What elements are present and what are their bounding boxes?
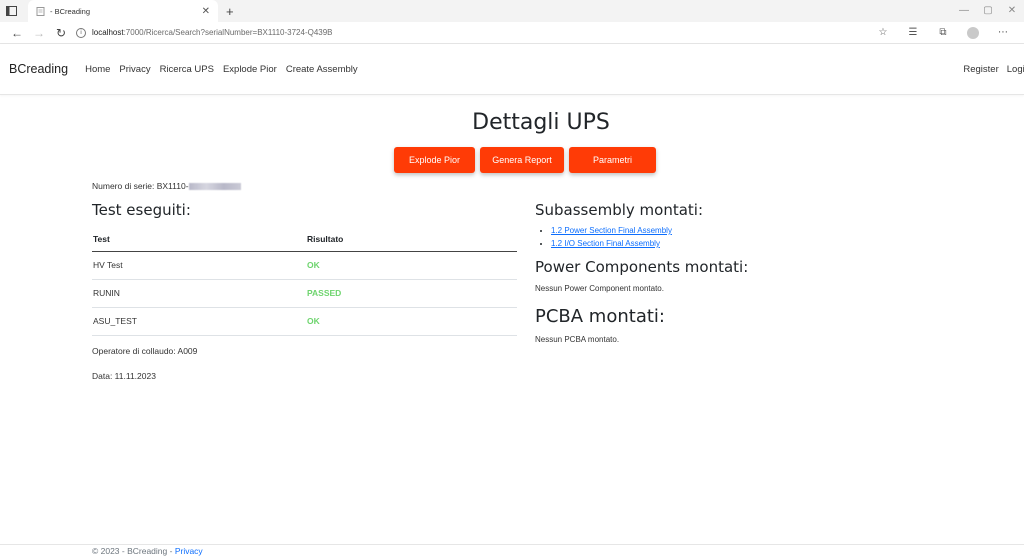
new-tab-icon[interactable]: +: [226, 4, 234, 19]
tests-heading: Test eseguiti:: [92, 201, 191, 219]
list-item: 1.2 I/O Section Final Assembly: [551, 239, 935, 248]
serial-number: Numero di serie: BX1110-: [92, 181, 241, 191]
close-tab-icon[interactable]: ✕: [202, 6, 210, 17]
window-controls: — ▢ ✕: [952, 0, 1024, 22]
subassembly-link[interactable]: 1.2 I/O Section Final Assembly: [551, 239, 660, 248]
tests-table: Test Risultato HV Test OK RUNIN PASSED A…: [92, 227, 517, 336]
table-header-row: Test Risultato: [92, 227, 517, 252]
brand-link[interactable]: BCreading: [9, 62, 68, 76]
column-header-test: Test: [92, 227, 307, 252]
table-row: HV Test OK: [92, 251, 517, 280]
browser-tabbar: - BCreading ✕ + — ▢ ✕: [0, 0, 1024, 22]
pcba-empty: Nessun PCBA montato.: [535, 335, 620, 344]
serial-label: Numero di serie: BX1110-: [92, 181, 189, 191]
subassembly-list: 1.2 Power Section Final Assembly 1.2 I/O…: [535, 226, 935, 248]
power-components-heading: Power Components montati:: [535, 258, 749, 276]
minimize-icon[interactable]: —: [952, 0, 976, 22]
test-date: Data: 11.11.2023: [92, 370, 156, 381]
test-name: RUNIN: [92, 279, 307, 308]
back-icon[interactable]: ←: [6, 26, 28, 40]
nav-links: Home Privacy Ricerca UPS Explode Pior Cr…: [85, 64, 358, 75]
url-field[interactable]: i localhost:7000/Ricerca/Search?serialNu…: [72, 24, 868, 42]
tab-title: - BCreading: [50, 6, 91, 16]
more-icon[interactable]: ⋯: [988, 27, 1018, 39]
test-name: HV Test: [92, 251, 307, 280]
profile-icon[interactable]: [958, 26, 988, 39]
page-favicon-icon: [36, 6, 46, 16]
nav-link-create-assembly[interactable]: Create Assembly: [286, 64, 358, 75]
forward-icon[interactable]: →: [28, 26, 50, 40]
nav-link-privacy[interactable]: Privacy: [119, 64, 150, 75]
table-row: RUNIN PASSED: [92, 279, 517, 308]
test-name: ASU_TEST: [92, 307, 307, 336]
tab-actions-icon[interactable]: [0, 0, 22, 22]
page-title: Dettagli UPS: [472, 110, 610, 135]
assembly-section: Subassembly montati: 1.2 Power Section F…: [535, 201, 935, 344]
favorites-list-icon[interactable]: ☰: [898, 27, 928, 39]
subassembly-link[interactable]: 1.2 Power Section Final Assembly: [551, 226, 672, 235]
list-item: 1.2 Power Section Final Assembly: [551, 226, 935, 235]
nav-link-ricerca-ups[interactable]: Ricerca UPS: [160, 64, 214, 75]
table-row: ASU_TEST OK: [92, 307, 517, 336]
main-content: Dettagli UPS Explode Pior Genera Report …: [0, 95, 1024, 558]
address-bar-row: ← → ↻ i localhost:7000/Ricerca/Search?se…: [0, 22, 1024, 44]
footer-privacy-link[interactable]: Privacy: [175, 546, 203, 556]
url-path: :7000/Ricerca/Search?serialNumber=BX1110…: [123, 28, 333, 37]
test-result: OK: [307, 307, 517, 336]
genera-report-button[interactable]: Genera Report: [480, 147, 564, 173]
test-result: OK: [307, 251, 517, 280]
collections-icon[interactable]: ⧉: [928, 27, 958, 39]
app-navbar: BCreading Home Privacy Ricerca UPS Explo…: [0, 44, 1024, 95]
register-link[interactable]: Register: [963, 64, 998, 75]
close-window-icon[interactable]: ✕: [1000, 0, 1024, 22]
login-link[interactable]: Login: [1007, 64, 1024, 75]
subassembly-heading: Subassembly montati:: [535, 201, 704, 219]
footer-text: © 2023 - BCreading -: [92, 546, 175, 556]
test-result: PASSED: [307, 279, 517, 308]
operator-info: Operatore di collaudo: A009: [92, 345, 198, 356]
nav-link-explode-pior[interactable]: Explode Pior: [223, 64, 277, 75]
browser-toolbar: ☆ ☰ ⧉ ⋯: [868, 26, 1018, 39]
power-components-empty: Nessun Power Component montato.: [535, 284, 664, 293]
nav-link-home[interactable]: Home: [85, 64, 110, 75]
favorite-star-icon[interactable]: ☆: [868, 27, 898, 39]
parametri-button[interactable]: Parametri: [569, 147, 656, 173]
tests-section: Test eseguiti: Test Risultato HV Test OK…: [92, 201, 517, 381]
explode-pior-button[interactable]: Explode Pior: [394, 147, 475, 173]
maximize-icon[interactable]: ▢: [976, 0, 1000, 22]
reload-icon[interactable]: ↻: [50, 26, 72, 40]
nav-auth: Register Login: [963, 64, 1024, 75]
browser-tab[interactable]: - BCreading ✕: [28, 0, 218, 22]
pcba-heading: PCBA montati:: [535, 306, 665, 327]
action-buttons: Explode Pior Genera Report Parametri: [394, 147, 656, 173]
redacted-serial: [188, 183, 241, 191]
site-info-icon[interactable]: i: [76, 27, 86, 38]
column-header-result: Risultato: [307, 227, 517, 252]
page-footer: © 2023 - BCreading - Privacy: [0, 544, 1024, 558]
url-host: localhost: [92, 28, 124, 37]
